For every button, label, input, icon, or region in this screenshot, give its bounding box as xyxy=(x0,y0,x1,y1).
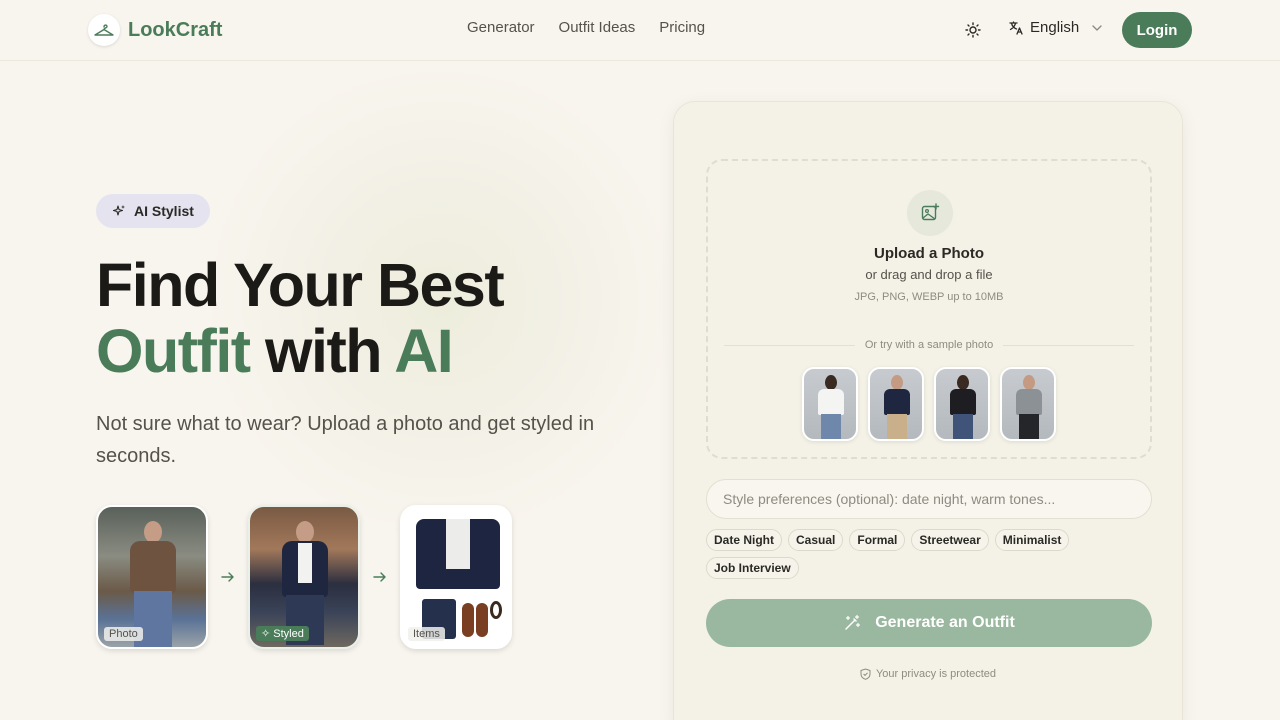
chip-casual[interactable]: Casual xyxy=(788,529,844,551)
headline-ai: AI xyxy=(394,317,454,385)
sample-photo-1[interactable] xyxy=(802,367,858,441)
step-photo-label: Photo xyxy=(104,627,143,641)
headline-outfit: Outfit xyxy=(96,317,251,385)
chip-minimalist[interactable]: Minimalist xyxy=(994,529,1070,551)
headline-with: with xyxy=(249,317,395,385)
hanger-icon xyxy=(88,14,120,46)
nav-pricing[interactable]: Pricing xyxy=(659,19,705,36)
nav-outfit-ideas[interactable]: Outfit Ideas xyxy=(559,19,636,36)
ai-stylist-badge: AI Stylist xyxy=(96,194,210,228)
sample-photo-2[interactable] xyxy=(868,367,924,441)
sample-divider-label: Or try with a sample photo xyxy=(864,339,994,351)
upload-subtitle: or drag and drop a file xyxy=(865,267,993,282)
badge-label: AI Stylist xyxy=(134,203,194,219)
shield-icon xyxy=(860,668,871,680)
logo[interactable]: LookCraft xyxy=(88,14,222,46)
sample-photos xyxy=(802,367,1056,441)
language-label: English xyxy=(1030,19,1080,36)
step-styled-label: ✧ Styled xyxy=(256,626,309,641)
arrow-right-icon xyxy=(360,571,400,583)
login-button[interactable]: Login xyxy=(1122,12,1192,48)
step-items-label: Items xyxy=(408,627,445,641)
chip-streetwear[interactable]: Streetwear xyxy=(911,529,989,551)
step-photo-image: Photo xyxy=(96,505,208,649)
how-it-works-steps: Photo ✧ Styled Items xyxy=(96,505,512,649)
image-plus-icon xyxy=(907,190,953,236)
chip-job-interview[interactable]: Job Interview xyxy=(706,557,799,579)
chip-formal[interactable]: Formal xyxy=(849,529,906,551)
step-items-image: Items xyxy=(400,505,512,649)
headline-line1: Find Your Best xyxy=(96,251,505,319)
privacy-text: Your privacy is protected xyxy=(875,668,997,680)
main-nav: Generator Outfit Ideas Pricing xyxy=(467,19,705,36)
sample-photo-4[interactable] xyxy=(1000,367,1056,441)
chevron-down-icon xyxy=(1092,24,1102,31)
generate-button-label: Generate an Outfit xyxy=(875,614,1015,631)
upload-file-hint: JPG, PNG, WEBP up to 10MB xyxy=(854,291,1004,303)
translate-icon xyxy=(1009,20,1023,35)
brand-name: LookCraft xyxy=(128,18,223,41)
chip-date-night[interactable]: Date Night xyxy=(706,529,782,551)
sample-photo-3[interactable] xyxy=(934,367,990,441)
magic-wand-icon xyxy=(845,614,861,630)
step-styled-image: ✧ Styled xyxy=(248,505,360,649)
sun-icon xyxy=(965,22,981,38)
top-header: LookCraft Generator Outfit Ideas Pricing… xyxy=(0,0,1280,61)
language-select[interactable]: English xyxy=(1008,19,1105,36)
hero-headline: Find Your Best Outfit with AI xyxy=(96,252,656,384)
privacy-note: Your privacy is protected xyxy=(674,668,1182,680)
upload-title: Upload a Photo xyxy=(874,245,984,262)
sparkles-icon xyxy=(112,205,125,216)
upload-dropzone[interactable]: Upload a Photo or drag and drop a file J… xyxy=(706,159,1152,459)
style-preferences-input[interactable] xyxy=(706,479,1152,519)
generator-card: Upload a Photo or drag and drop a file J… xyxy=(673,101,1183,720)
sample-divider: Or try with a sample photo xyxy=(724,339,1135,351)
hero-subtitle: Not sure what to wear? Upload a photo an… xyxy=(96,413,595,467)
nav-generator[interactable]: Generator xyxy=(467,19,535,36)
arrow-right-icon xyxy=(208,571,248,583)
theme-toggle-button[interactable] xyxy=(962,19,984,41)
style-chips: Date Night Casual Formal Streetwear Mini… xyxy=(706,529,1152,579)
generate-outfit-button[interactable]: Generate an Outfit xyxy=(706,599,1152,647)
